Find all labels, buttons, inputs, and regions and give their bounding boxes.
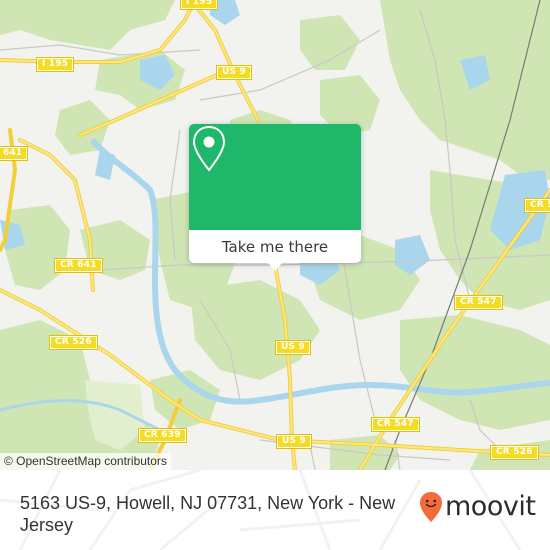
- logo-wordmark: moovit: [445, 491, 536, 522]
- road-label-cr526-right: CR 526: [490, 445, 539, 460]
- road-label-cr526-left: CR 526: [49, 335, 98, 350]
- road-label-cr547-right: CR 547: [454, 295, 503, 310]
- moovit-smiley-pin-icon: [420, 492, 442, 522]
- road-label-us9-top: US 9: [216, 65, 252, 80]
- road-label-i195-top: I 195: [179, 0, 219, 10]
- address-text: 5163 US-9, Howell, NJ 07731, New York - …: [20, 493, 396, 535]
- road-label-us9-bottom: US 9: [276, 434, 312, 449]
- road-label-cr639: CR 639: [138, 428, 187, 443]
- road-label-cr641: CR 641: [54, 258, 103, 273]
- road-label-cr5-right: CR 5: [524, 198, 550, 213]
- road-label-us9-mid: US 9: [275, 340, 311, 355]
- popup-header: [189, 124, 361, 230]
- moovit-logo[interactable]: moovit: [419, 490, 536, 524]
- road-label-i195: I 195: [35, 57, 75, 72]
- map-pin-icon: [192, 125, 226, 172]
- take-me-there-button[interactable]: Take me there: [189, 230, 361, 263]
- road-label-cr547-bottom: CR 547: [371, 417, 420, 432]
- road-label-cr641-left: 641: [0, 146, 29, 161]
- map-view[interactable]: I 195 I 195 US 9 641 CR 641 CR 526 US 9 …: [0, 0, 550, 470]
- map-attribution[interactable]: © OpenStreetMap contributors: [0, 453, 171, 470]
- location-popup: Take me there: [189, 124, 361, 271]
- footer: 5163 US-9, Howell, NJ 07731, New York - …: [0, 470, 550, 550]
- popup-pointer: [268, 263, 282, 271]
